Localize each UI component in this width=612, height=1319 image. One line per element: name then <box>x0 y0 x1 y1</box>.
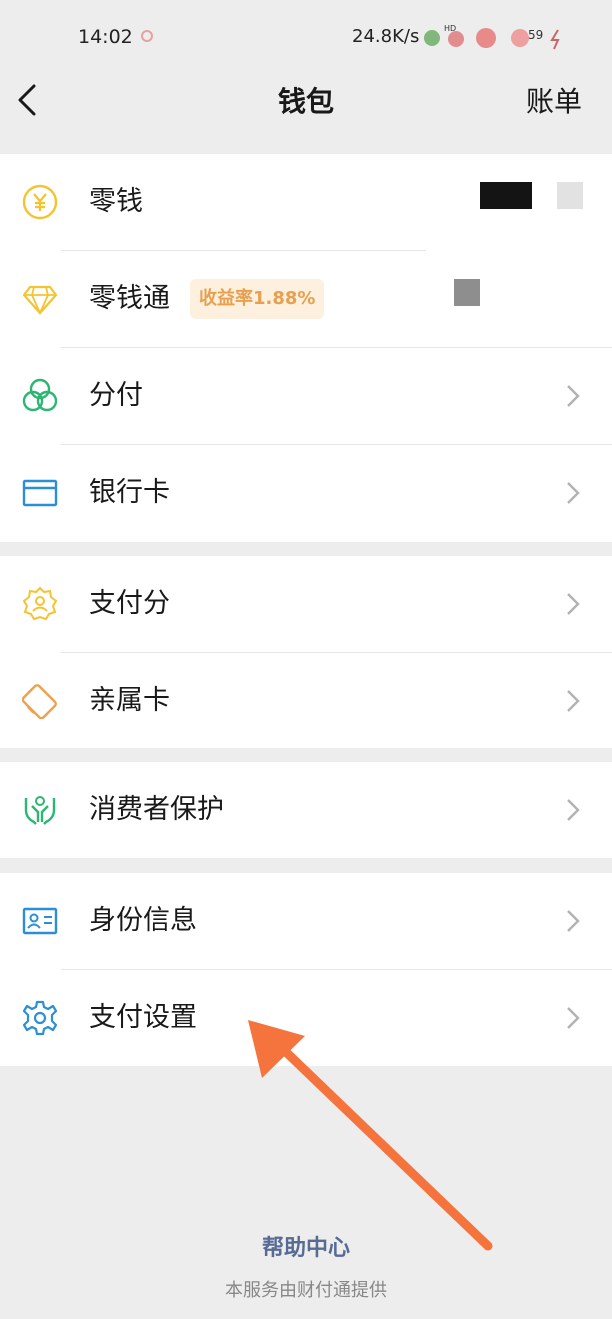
row-fenfu[interactable]: 分付 <box>0 348 612 444</box>
family-card-icon <box>22 684 57 719</box>
nav-bar: 钱包 账单 <box>0 70 612 154</box>
help-center-link[interactable]: 帮助中心 <box>0 1230 612 1262</box>
row-family-card-label: 亲属卡 <box>89 685 170 716</box>
diamond-icon <box>22 285 58 316</box>
wallet-group-credit: 支付分 亲属卡 <box>0 556 612 748</box>
battery-level: 59 <box>528 28 544 42</box>
chevron-right-icon <box>567 690 580 712</box>
row-pay-settings[interactable]: 支付设置 <box>0 970 612 1066</box>
row-consumer-protection-label: 消费者保护 <box>89 794 224 825</box>
pay-score-icon <box>22 586 58 621</box>
row-lingqiantong[interactable]: 零钱通 收益率1.88% <box>0 251 612 347</box>
coin-icon <box>22 184 58 220</box>
balance-redaction-light <box>557 182 583 209</box>
amount-redaction <box>454 279 480 306</box>
chevron-right-icon <box>567 1007 580 1029</box>
row-pay-score[interactable]: 支付分 <box>0 556 612 652</box>
bank-card-icon <box>22 479 58 507</box>
row-lingqiantong-label: 零钱通 <box>89 283 170 314</box>
notification-icon <box>141 30 153 42</box>
status-net-speed: 24.8K/s <box>352 26 420 47</box>
row-fenfu-label: 分付 <box>89 380 143 411</box>
service-provider-note: 本服务由财付通提供 <box>225 1280 387 1301</box>
yield-badge: 收益率1.88% <box>190 279 325 319</box>
status-bar: 14:02 24.8K/s HD 59 <box>0 0 612 70</box>
page-title: 钱包 <box>277 85 334 118</box>
chevron-right-icon <box>567 385 580 407</box>
chevron-right-icon <box>567 482 580 504</box>
row-id-info-label: 身份信息 <box>89 905 197 936</box>
consumer-protection-icon <box>24 796 56 825</box>
id-card-icon <box>22 907 58 935</box>
row-pay-settings-label: 支付设置 <box>89 1002 197 1033</box>
status-icons: HD <box>424 24 560 50</box>
status-time: 14:02 <box>78 26 133 48</box>
row-id-info[interactable]: 身份信息 <box>0 873 612 969</box>
chevron-right-icon <box>567 799 580 821</box>
wallet-group-settings: 身份信息 支付设置 <box>0 873 612 1066</box>
row-pay-score-label: 支付分 <box>89 588 170 619</box>
fenfu-icon <box>22 378 58 412</box>
wallet-group-protection: 消费者保护 <box>0 762 612 858</box>
balance-redaction <box>480 182 532 209</box>
bill-button[interactable]: 账单 <box>526 80 582 120</box>
row-bank-card-label: 银行卡 <box>89 477 170 508</box>
row-change-label: 零钱 <box>89 186 143 217</box>
row-change[interactable]: 零钱 <box>0 154 612 250</box>
chevron-right-icon <box>567 593 580 615</box>
wallet-group-funds: 零钱 零钱通 收益率1.88% 分付 银行卡 <box>0 154 612 542</box>
row-family-card[interactable]: 亲属卡 <box>0 653 612 749</box>
chevron-right-icon <box>567 910 580 932</box>
row-bank-card[interactable]: 银行卡 <box>0 445 612 541</box>
gear-icon <box>22 1000 58 1036</box>
row-consumer-protection[interactable]: 消费者保护 <box>0 762 612 858</box>
